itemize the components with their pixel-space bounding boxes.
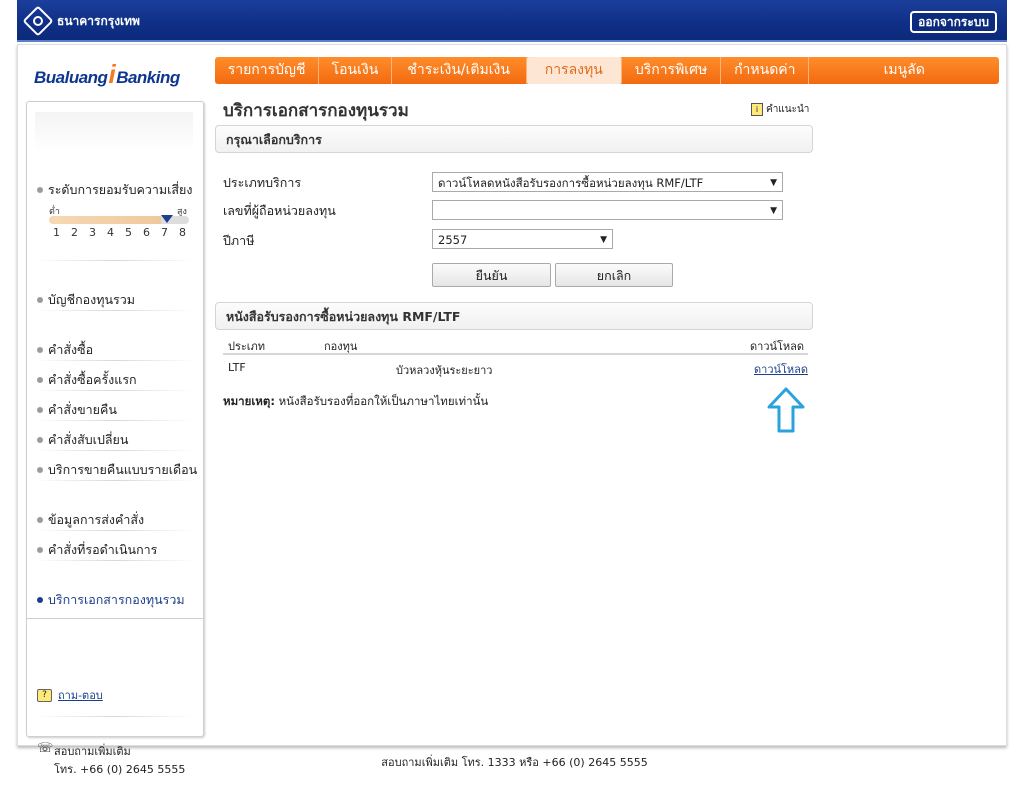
faq-link[interactable]: ถาม-ตอบ — [58, 686, 103, 704]
advice-link[interactable]: i คำแนะนำ — [751, 102, 809, 117]
divider — [35, 560, 195, 561]
divider — [35, 390, 195, 391]
risk-scale: 1 2 3 4 5 6 7 8 — [53, 226, 197, 239]
risk-scale-value: 7 — [161, 226, 168, 239]
bank-logo-icon — [22, 5, 54, 37]
note-text: หนังสือรับรองที่ออกให้เป็นภาษาไทยเท่านั้… — [278, 394, 489, 408]
menu-shortcuts[interactable]: เมนูลัด — [809, 57, 999, 84]
top-banner: ธนาคารกรุงเทพ ออกจากระบบ — [17, 0, 1007, 42]
divider — [35, 310, 195, 311]
menu-transfer[interactable]: โอนเงิน — [319, 57, 392, 84]
tax-year-select[interactable]: 2557 ▼ — [432, 229, 613, 249]
note: หมายเหตุ: หนังสือรับรองที่ออกให้เป็นภาษา… — [223, 393, 488, 411]
page-title: บริการเอกสารกองทุนรวม — [223, 101, 409, 121]
risk-scale-value: 1 — [53, 226, 60, 239]
menu-settings[interactable]: กำหนดค่า — [721, 57, 810, 84]
row-fund-cell: บัวหลวงหุ้นระยะยาว — [396, 364, 493, 377]
table-header-divider — [223, 353, 808, 355]
info-icon: i — [751, 103, 763, 116]
main-menu: รายการบัญชี โอนเงิน ชำระเงิน/เติมเงิน กา… — [215, 57, 999, 84]
sidebar-user-box — [35, 112, 193, 152]
logout-button[interactable]: ออกจากระบบ — [910, 11, 997, 33]
menu-investment[interactable]: การลงทุน — [526, 57, 622, 84]
risk-level-title: ระดับการยอมรับความเสี่ยง — [37, 180, 192, 200]
up-arrow-icon — [767, 387, 805, 433]
bullet-icon — [37, 547, 43, 553]
tax-year-value: 2557 — [438, 233, 468, 247]
risk-scale-value: 8 — [179, 226, 186, 239]
bullet-icon — [37, 467, 43, 473]
sidebar-item-first-buy[interactable]: คำสั่งซื้อครั้งแรก — [37, 370, 137, 390]
sidebar-item-order-info[interactable]: ข้อมูลการส่งคำสั่ง — [37, 510, 144, 530]
sidebar-item-redeem[interactable]: คำสั่งขายคืน — [37, 400, 117, 420]
divider — [35, 360, 195, 361]
divider — [35, 450, 195, 451]
sidebar-item-pending-orders[interactable]: คำสั่งที่รอดำเนินการ — [37, 540, 157, 560]
risk-scale-value: 2 — [71, 226, 78, 239]
confirm-button[interactable]: ยืนยัน — [432, 263, 551, 287]
brand-right: Banking — [116, 68, 180, 87]
risk-scale-value: 6 — [143, 226, 150, 239]
bullet-icon — [37, 187, 43, 193]
download-link[interactable]: ดาวน์โหลด — [754, 360, 808, 378]
divider — [35, 260, 195, 261]
cancel-button[interactable]: ยกเลิก — [555, 263, 673, 287]
sidebar-item-switch[interactable]: คำสั่งสับเปลี่ยน — [37, 430, 128, 450]
row-type-cell: LTF — [228, 361, 246, 374]
note-label: หมายเหตุ: — [223, 394, 275, 408]
tax-year-label: ปีภาษี — [223, 233, 255, 248]
risk-scale-value: 3 — [89, 226, 96, 239]
bullet-icon — [37, 297, 43, 303]
brand-left: Bualuang — [34, 68, 108, 87]
holder-number-select[interactable]: ▼ — [432, 200, 783, 220]
bank-logo[interactable]: ธนาคารกรุงเทพ — [22, 5, 140, 37]
sidebar-item-fund-documents[interactable]: บริการเอกสารกองทุนรวม — [37, 590, 185, 610]
certificate-section-header: หนังสือรับรองการซื้อหน่วยลงทุน RMF/LTF — [215, 302, 813, 330]
divider — [35, 716, 195, 717]
risk-level-marker-icon — [161, 215, 173, 223]
risk-scale-value: 4 — [107, 226, 114, 239]
service-type-select[interactable]: ดาวน์โหลดหนังสือรับรองการซื้อหน่วยลงทุน … — [432, 172, 783, 192]
bullet-icon — [37, 437, 43, 443]
footer-contact: สอบถามเพิ่มเติม โทร. 1333 หรือ +66 (0) 2… — [381, 756, 648, 769]
brand-i: i — [108, 59, 116, 89]
service-type-value: ดาวน์โหลดหนังสือรับรองการซื้อหน่วยลงทุน … — [438, 176, 704, 190]
bullet-icon — [37, 517, 43, 523]
service-type-label: ประเภทบริการ — [223, 175, 302, 190]
bullet-icon — [37, 597, 43, 603]
sidebar: ระดับการยอมรับความเสี่ยง ต่ำ สูง 1 2 3 4… — [26, 101, 204, 776]
divider — [35, 480, 195, 481]
sidebar-item-fund-account[interactable]: บัญชีกองทุนรวม — [37, 290, 135, 310]
menu-payment[interactable]: ชำระเงิน/เติมเงิน — [392, 57, 527, 84]
sidebar-item-monthly-redeem[interactable]: บริการขายคืนแบบรายเดือน — [37, 460, 197, 480]
main-frame: BualuangiBanking รายการบัญชี โอนเงิน ชำร… — [17, 44, 1007, 776]
chevron-down-icon: ▼ — [770, 206, 777, 216]
faq-link-row[interactable]: ? ถาม-ตอบ — [37, 686, 103, 704]
divider — [35, 530, 195, 531]
risk-scale-value: 5 — [125, 226, 132, 239]
bank-name: ธนาคารกรุงเทพ — [57, 13, 140, 28]
advice-label: คำแนะนำ — [766, 104, 810, 115]
menu-special-services[interactable]: บริการพิเศษ — [622, 57, 722, 84]
bullet-icon — [37, 377, 43, 383]
select-service-header: กรุณาเลือกบริการ — [215, 125, 813, 153]
divider — [35, 420, 195, 421]
chevron-down-icon: ▼ — [600, 235, 607, 245]
sidebar-item-buy[interactable]: คำสั่งซื้อ — [37, 340, 93, 360]
bullet-icon — [37, 347, 43, 353]
holder-number-label: เลขที่ผู้ถือหน่วยลงทุน — [223, 203, 336, 218]
divider — [27, 618, 203, 619]
menu-accounts[interactable]: รายการบัญชี — [215, 57, 320, 84]
bualuang-ibanking-logo[interactable]: BualuangiBanking — [34, 59, 180, 90]
bullet-icon — [37, 407, 43, 413]
chevron-down-icon: ▼ — [770, 178, 777, 188]
question-icon: ? — [37, 688, 52, 702]
